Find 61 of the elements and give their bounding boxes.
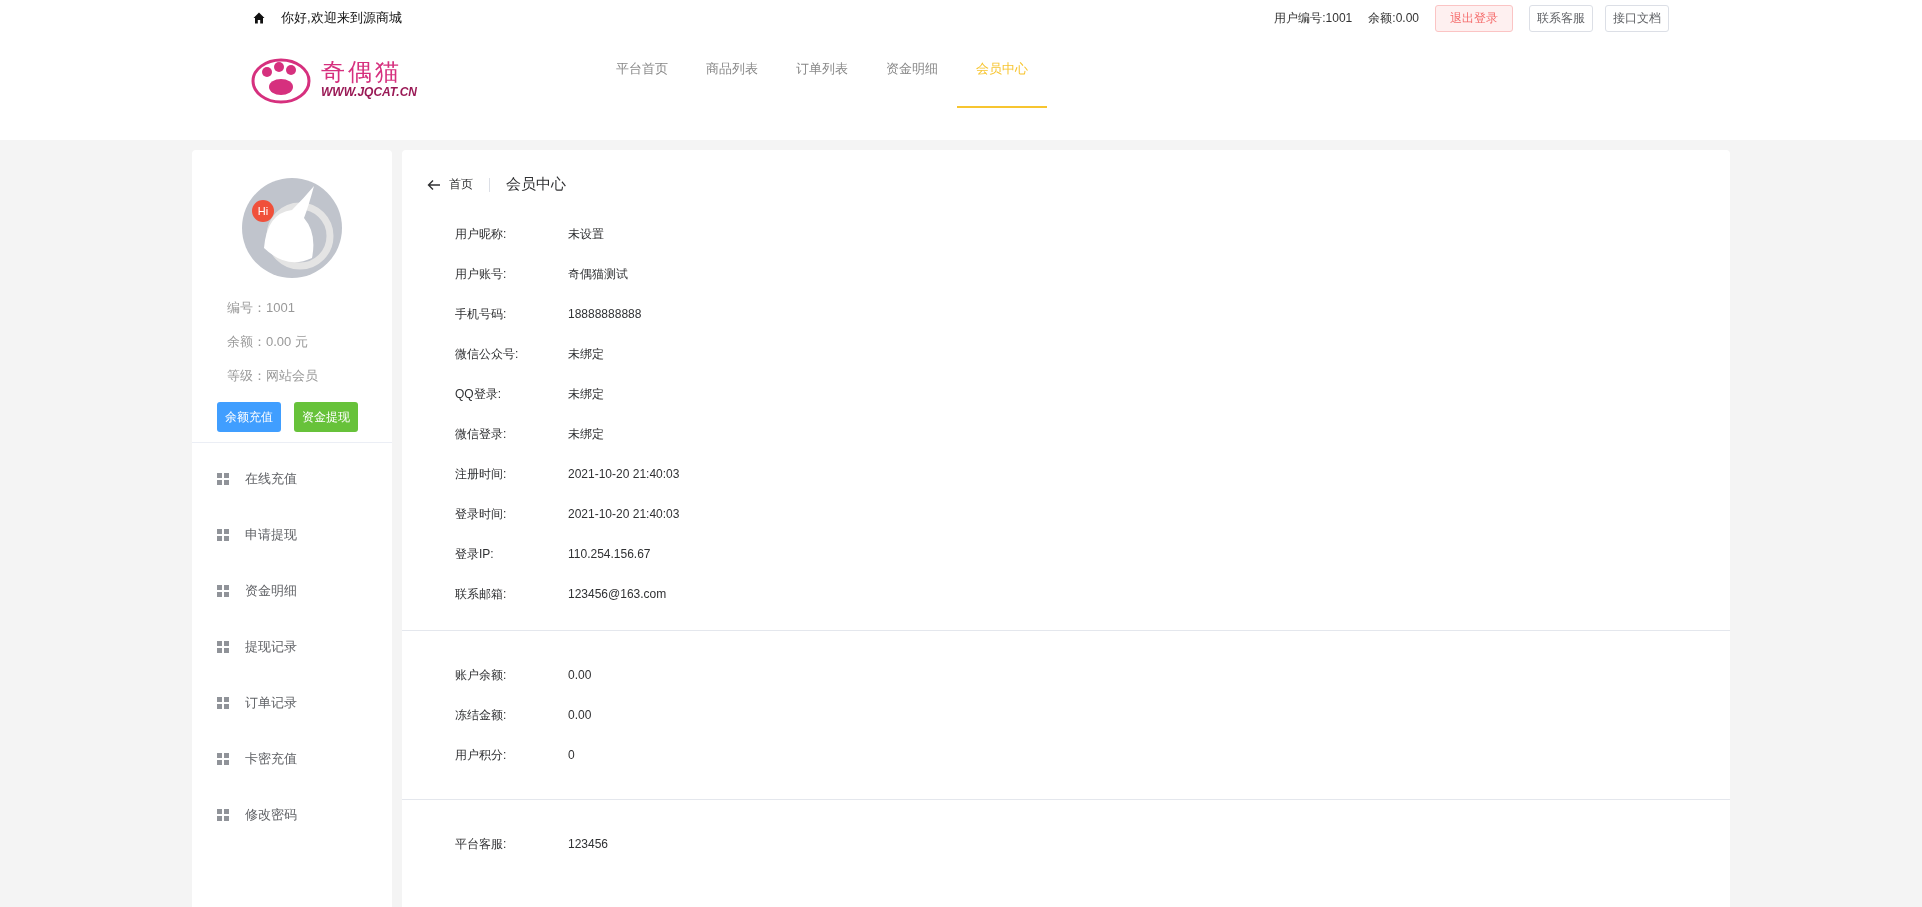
account-info-text: 编号：1001 bbox=[227, 299, 296, 317]
sidebar-menu-item[interactable]: 卡密充值 bbox=[192, 731, 392, 787]
field-value: 110.254.156.67 bbox=[568, 547, 651, 561]
field-value: 2021-10-20 21:40:03 bbox=[568, 467, 680, 481]
avatar-icon bbox=[242, 178, 342, 278]
field-label: 微信公众号: bbox=[455, 345, 520, 363]
field-label: 注册时间: bbox=[455, 465, 508, 483]
sidebar-menu-item[interactable]: 资金明细 bbox=[192, 563, 392, 619]
nav-tab[interactable]: 商品列表 bbox=[687, 36, 777, 108]
field-label: 联系邮箱: bbox=[455, 585, 508, 603]
field-label: 账户余额: bbox=[455, 666, 508, 684]
nav-tab[interactable]: 资金明细 bbox=[867, 36, 957, 108]
field-label: 登录时间: bbox=[455, 505, 508, 523]
home-icon[interactable] bbox=[253, 12, 265, 24]
field-value: 123456 bbox=[568, 837, 609, 851]
field-value: 0.00 bbox=[568, 708, 592, 722]
nav-tab[interactable]: 订单列表 bbox=[777, 36, 867, 108]
field-value: 0.00 bbox=[568, 668, 592, 682]
field-value: 奇偶猫测试 bbox=[568, 265, 628, 283]
account-info-text: 等级：网站会员 bbox=[227, 367, 319, 385]
field-value: 2021-10-20 21:40:03 bbox=[568, 507, 680, 521]
field-value: 未绑定 bbox=[568, 385, 604, 403]
field-value: 未设置 bbox=[568, 225, 604, 243]
back-link[interactable]: 首页 bbox=[427, 176, 473, 193]
grid-icon bbox=[217, 529, 229, 541]
field-value: 0 bbox=[568, 748, 575, 762]
left-arrow-icon bbox=[427, 178, 441, 191]
field-label: QQ登录: bbox=[455, 385, 502, 403]
logo-url: WWW.JQCAT.CN bbox=[321, 85, 417, 99]
grid-icon bbox=[217, 753, 229, 765]
grid-icon bbox=[217, 585, 229, 597]
field-value: 未绑定 bbox=[568, 425, 604, 443]
field-label: 登录IP: bbox=[455, 545, 495, 563]
grid-icon bbox=[217, 641, 229, 653]
balance-text: 余额:0.00 bbox=[1368, 9, 1419, 27]
grid-icon bbox=[217, 697, 229, 709]
field-label: 平台客服: bbox=[455, 835, 508, 853]
field-label: 用户积分: bbox=[455, 746, 508, 764]
sidebar-menu-item[interactable]: 在线充值 bbox=[192, 451, 392, 507]
field-value: 18888888888 bbox=[568, 307, 642, 321]
welcome-text: 你好,欢迎来到源商城 bbox=[281, 9, 402, 27]
page-title: 会员中心 bbox=[506, 175, 566, 194]
field-label: 手机号码: bbox=[455, 305, 508, 323]
sidebar-menu-item[interactable]: 申请提现 bbox=[192, 507, 392, 563]
field-label: 用户账号: bbox=[455, 265, 508, 283]
field-value: 未绑定 bbox=[568, 345, 604, 363]
grid-icon bbox=[217, 473, 229, 485]
field-label: 冻结金额: bbox=[455, 706, 508, 724]
user-id-text: 用户编号:1001 bbox=[1274, 9, 1353, 27]
header-button[interactable]: 联系客服 bbox=[1529, 4, 1593, 32]
sidebar-menu-item[interactable]: 修改密码 bbox=[192, 787, 392, 843]
grid-icon bbox=[217, 809, 229, 821]
field-label: 微信登录: bbox=[455, 425, 508, 443]
sidebar-menu-item[interactable]: 提现记录 bbox=[192, 619, 392, 675]
nav-tab[interactable]: 平台首页 bbox=[597, 36, 687, 108]
sidebar-menu-item[interactable]: 订单记录 bbox=[192, 675, 392, 731]
logo-name: 奇偶猫 bbox=[321, 59, 403, 85]
field-label: 用户昵称: bbox=[455, 225, 508, 243]
account-info-text: 余额：0.00 元 bbox=[227, 333, 309, 351]
header-button[interactable]: 接口文档 bbox=[1605, 4, 1669, 32]
field-value: 123456@163.com bbox=[568, 587, 667, 601]
